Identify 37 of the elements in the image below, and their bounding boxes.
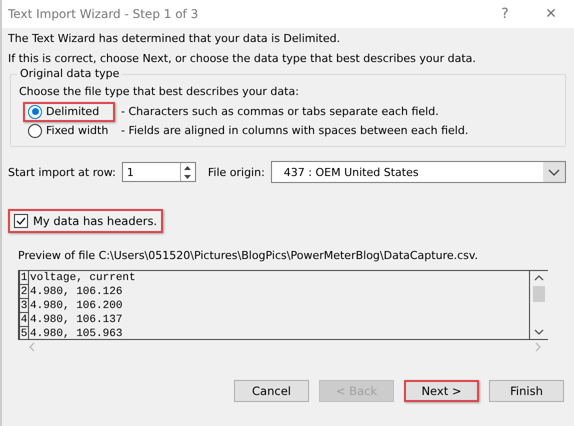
prompt-text: Choose the file type that best describes your data:	[19, 85, 300, 98]
option-description: - Fields are aligned in columns with spaces between each field.	[121, 124, 468, 137]
spin-down-icon[interactable]	[184, 174, 192, 178]
line-number: 1	[19, 271, 29, 285]
close-button[interactable]: ✕	[528, 0, 574, 28]
radio-option[interactable]: Fixed width	[23, 120, 115, 140]
intro-text: If this is correct, choose Next, or choose the data type that best describes your data.	[8, 52, 477, 65]
wizard-button[interactable]: Cancel	[234, 380, 309, 402]
wizard-button[interactable]: Next >	[404, 380, 479, 402]
wizard-button[interactable]: Finish	[489, 380, 564, 402]
spin-up-icon[interactable]	[184, 166, 192, 170]
preview-line: 4.980, 106.200	[29, 299, 122, 313]
line-number: 5	[19, 327, 29, 339]
help-button[interactable]: ?	[482, 0, 528, 28]
start-row-spinner[interactable]: 1	[122, 162, 196, 182]
scroll-up-icon[interactable]	[534, 274, 544, 282]
radio-option[interactable]: Delimited	[23, 102, 115, 122]
line-number: 4	[19, 313, 29, 327]
scroll-thumb[interactable]	[533, 286, 545, 302]
window-title: Text Import Wizard - Step 1 of 3	[8, 7, 200, 21]
preview-line: 4.980, 106.126	[29, 285, 122, 299]
dropdown-chevron-icon[interactable]	[543, 162, 565, 182]
start-row-label: Start import at row:	[8, 166, 116, 178]
preview-label: Preview of file C:\Users\051520\Pictures\BlogPics\PowerMeterBlog\DataCapture.csv.	[18, 249, 480, 262]
preview-line: 4.980, 105.963	[29, 327, 122, 339]
intro-text: The Text Wizard has determined that your data is Delimited.	[8, 32, 342, 45]
headers-checkbox[interactable]: My data has headers.	[8, 209, 164, 233]
file-origin-label: File origin:	[208, 166, 265, 178]
file-origin-dropdown[interactable]: 437 : OEM United States	[270, 161, 566, 183]
checkbox-icon[interactable]	[14, 214, 28, 228]
option-description: - Characters such as commas or tabs separate each field.	[121, 105, 439, 118]
line-number: 3	[19, 299, 29, 313]
group-title: Original data type	[17, 67, 122, 80]
preview-line: 4.980, 106.137	[29, 313, 122, 327]
scroll-down-icon[interactable]	[534, 328, 544, 336]
preview-line: voltage, current	[29, 271, 136, 285]
line-number: 2	[19, 285, 29, 299]
